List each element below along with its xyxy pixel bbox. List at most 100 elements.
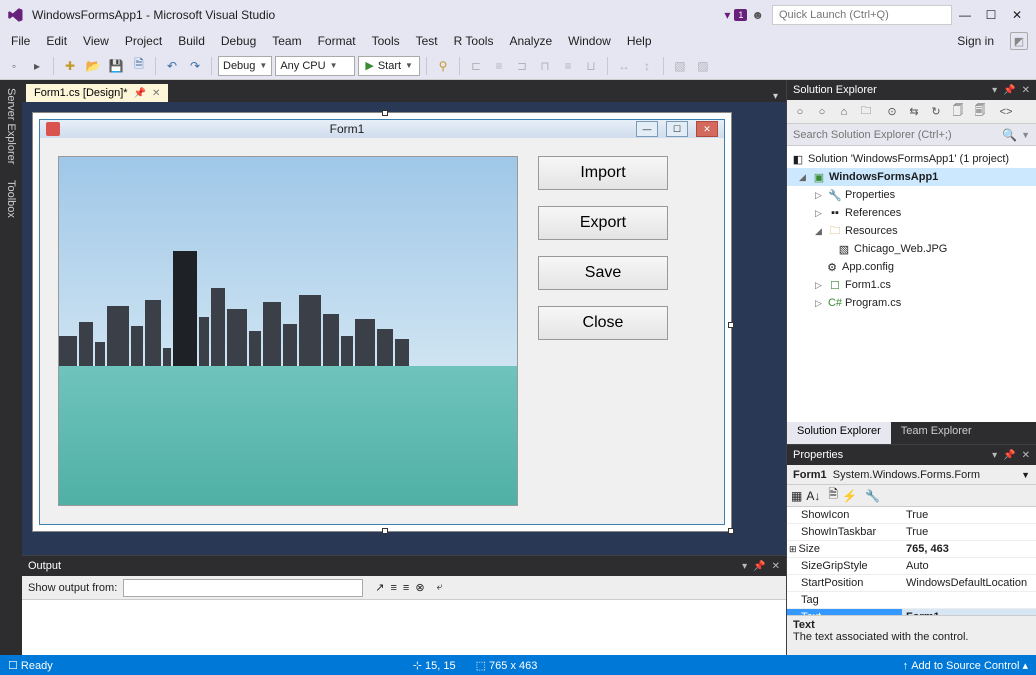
open-file-icon[interactable]: 📂 xyxy=(83,56,103,76)
server-explorer-tab[interactable]: Server Explorer xyxy=(5,88,17,164)
vspace-icon[interactable]: ↕ xyxy=(637,56,657,76)
panel-menu-icon[interactable]: ▾ xyxy=(742,561,747,572)
toolbox-tab[interactable]: Toolbox xyxy=(5,180,17,218)
output-prev-icon[interactable]: ≡ xyxy=(391,582,397,594)
output-next-icon[interactable]: ≡ xyxy=(403,582,409,594)
notify-badge[interactable]: 1 xyxy=(734,9,747,21)
se-menu-icon[interactable]: ▾ xyxy=(992,85,997,96)
align-bottom-icon[interactable]: ⊔ xyxy=(581,56,601,76)
se-search-input[interactable] xyxy=(793,129,1002,141)
align-top-icon[interactable]: ⊓ xyxy=(535,56,555,76)
tab-overflow-icon[interactable]: ▾ xyxy=(773,91,778,102)
picturebox-control[interactable] xyxy=(58,156,518,506)
tree-resources[interactable]: ◢ 🗀 Resources xyxy=(787,222,1036,240)
properties-header[interactable]: Properties ▾ 📌 ✕ xyxy=(787,445,1036,465)
tree-properties[interactable]: ▷ 🔧 Properties xyxy=(787,186,1036,204)
se-refresh-icon[interactable]: ↻ xyxy=(927,103,945,121)
tree-references[interactable]: ▷ ▪▪ References xyxy=(787,204,1036,222)
menu-view[interactable]: View xyxy=(76,32,116,50)
props-page-icon[interactable]: 🗎 xyxy=(828,485,838,506)
alphabetical-icon[interactable]: A↓ xyxy=(806,489,820,503)
output-body[interactable] xyxy=(22,600,786,655)
tree-form1[interactable]: ▷ ☐ Form1.cs xyxy=(787,276,1036,294)
output-source-dropdown[interactable] xyxy=(123,579,363,597)
close-icon[interactable]: ✕ xyxy=(1004,5,1030,25)
avatar-icon[interactable]: ◩ xyxy=(1010,32,1028,50)
expand-icon[interactable]: ▷ xyxy=(815,298,825,309)
menu-help[interactable]: Help xyxy=(620,32,659,50)
nav-back-icon[interactable]: ◦ xyxy=(4,56,24,76)
pin-icon[interactable]: 📌 xyxy=(134,88,146,99)
se-scope-icon[interactable]: 🗀 xyxy=(857,103,875,121)
categorized-icon[interactable]: ▦ xyxy=(791,489,802,503)
output-header[interactable]: Output ▾ 📌 ✕ xyxy=(22,556,786,576)
nav-fwd-icon[interactable]: ▸ xyxy=(27,56,47,76)
sign-in-link[interactable]: Sign in xyxy=(949,32,1002,50)
properties-grid[interactable]: ShowIconTrueShowInTaskbarTrue⊞Size765, 4… xyxy=(787,507,1036,615)
expand-icon[interactable]: ▷ xyxy=(815,190,825,201)
expand-icon[interactable]: ◢ xyxy=(799,172,809,183)
menu-tools[interactable]: Tools xyxy=(365,32,407,50)
save-all-icon[interactable]: 🗎 xyxy=(129,56,149,76)
feedback-icon[interactable]: ☻ xyxy=(751,8,764,22)
panel-pin-icon[interactable]: 📌 xyxy=(753,561,765,572)
search-icon[interactable]: 🔍 xyxy=(1002,128,1017,142)
se-showall-icon[interactable]: 🗍 xyxy=(949,103,967,121)
tree-program[interactable]: ▷ C# Program.cs xyxy=(787,294,1036,312)
se-close-icon[interactable]: ✕ xyxy=(1022,85,1030,96)
save-button[interactable]: Save xyxy=(538,256,668,290)
align-center-icon[interactable]: ≡ xyxy=(489,56,509,76)
solution-config-dropdown[interactable]: Debug▼ xyxy=(218,56,272,76)
property-row[interactable]: ⊞Size765, 463 xyxy=(787,541,1036,558)
property-row[interactable]: SizeGripStyleAuto xyxy=(787,558,1036,575)
property-row[interactable]: StartPositionWindowsDefaultLocation xyxy=(787,575,1036,592)
props-close-icon[interactable]: ✕ xyxy=(1022,450,1030,461)
menu-debug[interactable]: Debug xyxy=(214,32,263,50)
designer-canvas[interactable]: Form1 — ☐ ✕ xyxy=(32,112,732,532)
start-button[interactable]: ▶Start▼ xyxy=(358,56,420,76)
expand-icon[interactable]: ◢ xyxy=(815,226,825,237)
panel-close-icon[interactable]: ✕ xyxy=(772,561,780,572)
menu-file[interactable]: File xyxy=(4,32,37,50)
menu-analyze[interactable]: Analyze xyxy=(502,32,559,50)
se-home-icon[interactable]: ⌂ xyxy=(835,103,853,121)
se-search-dd-icon[interactable]: ▼ xyxy=(1021,130,1030,140)
source-control-link[interactable]: ↑ Add to Source Control ▴ xyxy=(903,659,1028,672)
attach-icon[interactable]: ⚲ xyxy=(433,56,453,76)
se-properties-icon[interactable]: 🗐 xyxy=(971,103,989,121)
bring-front-icon[interactable]: ▧ xyxy=(670,56,690,76)
output-goto-icon[interactable]: ↗ xyxy=(375,581,384,594)
tree-resource-file[interactable]: ▧ Chicago_Web.JPG xyxy=(787,240,1036,258)
redo-icon[interactable]: ↷ xyxy=(185,56,205,76)
minimize-icon[interactable]: — xyxy=(952,5,978,25)
se-collapse-icon[interactable]: ⊙ xyxy=(883,103,901,121)
align-left-icon[interactable]: ⊏ xyxy=(466,56,486,76)
tree-appconfig[interactable]: ⚙ App.config xyxy=(787,258,1036,276)
tab-close-icon[interactable]: ✕ xyxy=(152,88,160,99)
solution-explorer-header[interactable]: Solution Explorer ▾ 📌 ✕ xyxy=(787,80,1036,100)
se-preview-icon[interactable]: <> xyxy=(997,103,1015,121)
se-back-icon[interactable]: ○ xyxy=(791,103,809,121)
new-project-icon[interactable]: ✚ xyxy=(60,56,80,76)
property-row[interactable]: Tag xyxy=(787,592,1036,609)
property-row[interactable]: ShowInTaskbarTrue xyxy=(787,524,1036,541)
menu-team[interactable]: Team xyxy=(265,32,308,50)
menu-project[interactable]: Project xyxy=(118,32,169,50)
property-row[interactable]: ShowIconTrue xyxy=(787,507,1036,524)
flag-icon[interactable]: ▾ xyxy=(724,8,730,22)
form-designer[interactable]: Form1 — ☐ ✕ xyxy=(22,102,786,555)
import-button[interactable]: Import xyxy=(538,156,668,190)
menu-window[interactable]: Window xyxy=(561,32,618,50)
document-tab[interactable]: Form1.cs [Design]* 📌 ✕ xyxy=(26,84,168,102)
quick-launch-input[interactable] xyxy=(772,5,952,25)
menu-format[interactable]: Format xyxy=(311,32,363,50)
se-fwd-icon[interactable]: ○ xyxy=(813,103,831,121)
tree-solution[interactable]: ◧ Solution 'WindowsFormsApp1' (1 project… xyxy=(787,150,1036,168)
align-right-icon[interactable]: ⊐ xyxy=(512,56,532,76)
send-back-icon[interactable]: ▨ xyxy=(693,56,713,76)
maximize-icon[interactable]: ☐ xyxy=(978,5,1004,25)
properties-object[interactable]: Form1 System.Windows.Forms.Form ▼ xyxy=(787,465,1036,485)
platform-dropdown[interactable]: Any CPU▼ xyxy=(275,56,355,76)
tree-project[interactable]: ◢ ▣ WindowsFormsApp1 xyxy=(787,168,1036,186)
menu-test[interactable]: Test xyxy=(409,32,445,50)
